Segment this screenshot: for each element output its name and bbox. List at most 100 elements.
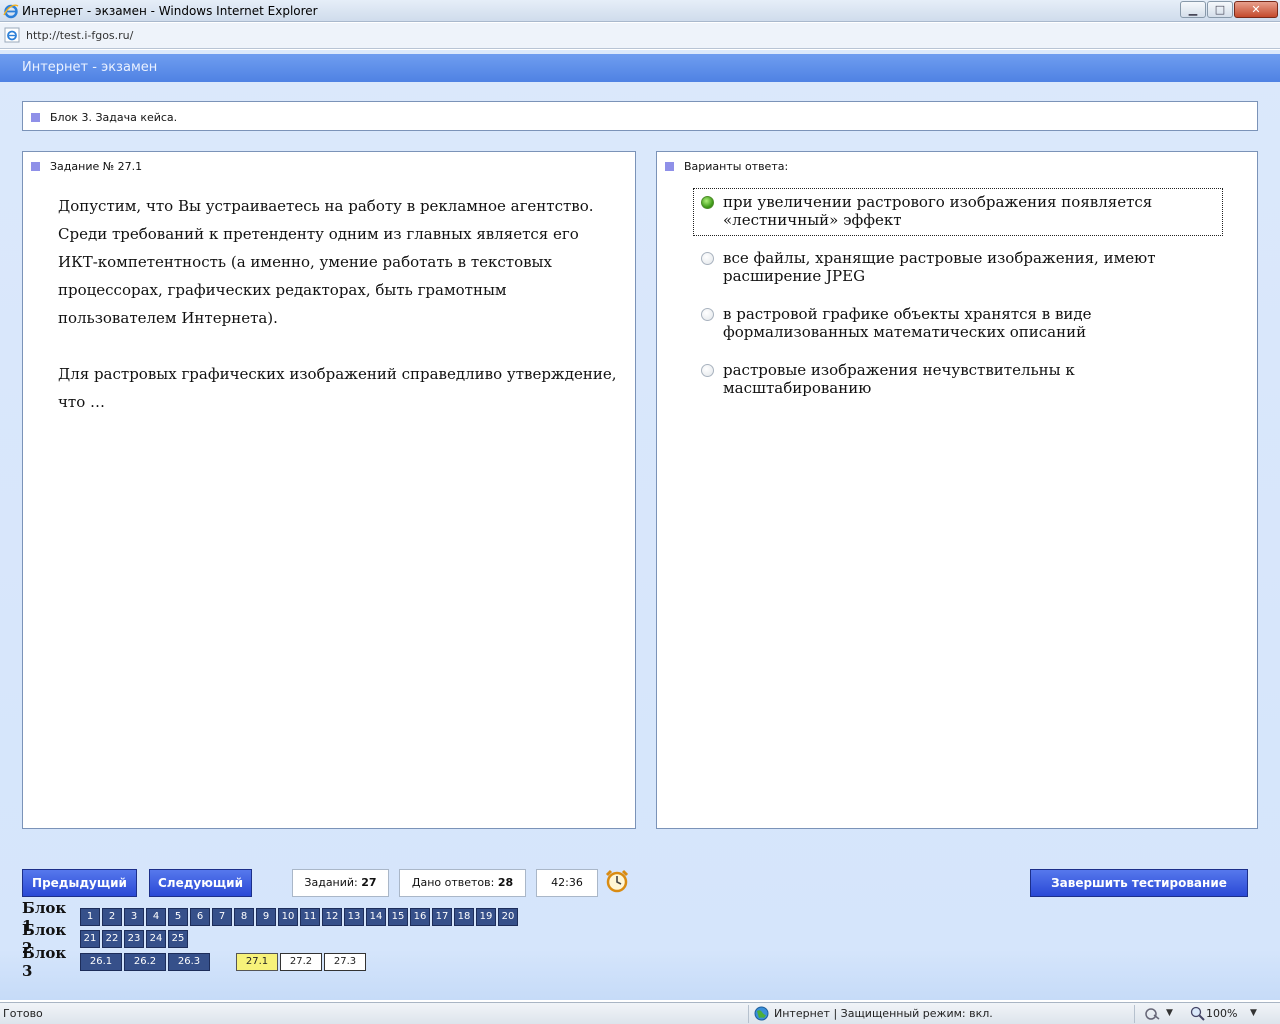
status-separator bbox=[748, 1005, 749, 1023]
nav-block-3: Блок 3 26.1 26.2 26.3 27.1 27.2 27.3 bbox=[22, 944, 368, 980]
answers-count-label: Дано ответов: bbox=[411, 876, 495, 889]
minimize-button[interactable]: ▁ bbox=[1180, 1, 1206, 18]
nav-gap bbox=[212, 953, 236, 971]
address-bar[interactable]: http://test.i-fgos.ru/ bbox=[0, 23, 1280, 49]
zoom-icon[interactable] bbox=[1190, 1006, 1205, 1021]
answer-option-1[interactable]: при увеличении растрового изображения по… bbox=[693, 188, 1223, 236]
task-text: Допустим, что Вы устраиваетесь на работу… bbox=[58, 192, 618, 416]
question-nav-cell[interactable]: 6 bbox=[190, 908, 210, 926]
zoom-level[interactable]: 100% bbox=[1206, 1007, 1237, 1020]
question-nav-cell[interactable]: 3 bbox=[124, 908, 144, 926]
question-nav-cell[interactable]: 16 bbox=[410, 908, 430, 926]
bullet-icon bbox=[31, 113, 40, 122]
question-nav-cell[interactable]: 26.3 bbox=[168, 953, 210, 971]
globe-icon bbox=[754, 1006, 769, 1021]
question-nav-cell[interactable]: 10 bbox=[278, 908, 298, 926]
status-bar: Готово Интернет | Защищенный режим: вкл.… bbox=[0, 1002, 1280, 1024]
block-title: Блок 3. Задача кейса. bbox=[31, 111, 177, 124]
answer-text: все файлы, хранящие растровые изображени… bbox=[723, 249, 1156, 285]
question-nav-cell[interactable]: 18 bbox=[454, 908, 474, 926]
task-paragraph-1: Допустим, что Вы устраиваетесь на работу… bbox=[58, 197, 594, 327]
app-title: Интернет - экзамен bbox=[22, 60, 158, 75]
block-3-label: Блок 3 bbox=[22, 944, 67, 980]
bullet-icon bbox=[665, 162, 674, 171]
tasks-count-value: 27 bbox=[361, 876, 377, 889]
block-2-cells: 21 22 23 24 25 bbox=[80, 930, 190, 948]
question-nav-cell[interactable]: 8 bbox=[234, 908, 254, 926]
answer-text: в растровой графике объекты хранятся в в… bbox=[723, 305, 1092, 341]
status-text: Готово bbox=[3, 1007, 43, 1020]
exam-app: Интернет - экзамен Блок 3. Задача кейса.… bbox=[0, 50, 1280, 1000]
timer: 42:36 bbox=[536, 869, 598, 897]
question-nav-cell[interactable]: 25 bbox=[168, 930, 188, 948]
bullet-icon bbox=[31, 162, 40, 171]
app-header: Интернет - экзамен bbox=[0, 54, 1280, 82]
question-nav-cell-unanswered[interactable]: 27.2 bbox=[280, 953, 322, 971]
window-controls: ▁ □ ✕ bbox=[1179, 1, 1278, 19]
question-nav-cell[interactable]: 15 bbox=[388, 908, 408, 926]
question-nav-cell[interactable]: 17 bbox=[432, 908, 452, 926]
radio-icon[interactable] bbox=[701, 364, 714, 377]
address-url[interactable]: http://test.i-fgos.ru/ bbox=[26, 29, 133, 42]
answers-panel: Варианты ответа: при увеличении растрово… bbox=[656, 151, 1258, 829]
question-nav-cell[interactable]: 20 bbox=[498, 908, 518, 926]
task-number: Задание № 27.1 bbox=[50, 160, 143, 173]
maximize-icon: □ bbox=[1214, 3, 1226, 16]
chevron-down-icon[interactable]: ▼ bbox=[1250, 1008, 1257, 1018]
question-nav-cell[interactable]: 5 bbox=[168, 908, 188, 926]
question-nav-cell[interactable]: 11 bbox=[300, 908, 320, 926]
chevron-down-icon[interactable]: ▼ bbox=[1166, 1008, 1173, 1018]
nav-block-1: Блок 1 1 2 3 4 5 6 7 8 9 10 11 12 13 14 15 16 17 18 19 20 bbox=[22, 899, 520, 935]
ie-logo-icon bbox=[3, 4, 19, 19]
status-separator bbox=[1134, 1005, 1135, 1023]
finish-test-button[interactable]: Завершить тестирование bbox=[1030, 869, 1248, 897]
security-zone[interactable]: Интернет | Защищенный режим: вкл. bbox=[774, 1007, 993, 1020]
question-nav-cell[interactable]: 9 bbox=[256, 908, 276, 926]
ie-page-icon bbox=[4, 27, 20, 43]
previous-button[interactable]: Предыдущий bbox=[22, 869, 137, 897]
question-nav-cell-unanswered[interactable]: 27.3 bbox=[324, 953, 366, 971]
block-label: Блок 3. Задача кейса. bbox=[50, 111, 178, 124]
question-nav-cell[interactable]: 24 bbox=[146, 930, 166, 948]
task-panel: Задание № 27.1 Допустим, что Вы устраива… bbox=[22, 151, 636, 829]
close-button[interactable]: ✕ bbox=[1234, 1, 1278, 18]
radio-icon[interactable] bbox=[701, 308, 714, 321]
answer-options: при увеличении растрового изображения по… bbox=[693, 188, 1223, 412]
radio-icon[interactable] bbox=[701, 252, 714, 265]
radio-selected-icon[interactable] bbox=[701, 196, 714, 209]
answer-option-2[interactable]: все файлы, хранящие растровые изображени… bbox=[693, 244, 1223, 292]
answers-title: Варианты ответа: bbox=[665, 160, 788, 173]
question-nav-cell[interactable]: 19 bbox=[476, 908, 496, 926]
question-nav-cell[interactable]: 7 bbox=[212, 908, 232, 926]
tasks-count: Заданий: 27 bbox=[292, 869, 389, 897]
question-nav-cell[interactable]: 4 bbox=[146, 908, 166, 926]
answers-label: Варианты ответа: bbox=[684, 160, 789, 173]
minimize-icon: ▁ bbox=[1188, 3, 1198, 16]
question-nav-cell[interactable]: 23 bbox=[124, 930, 144, 948]
window-title-bar: Интернет - экзамен - Windows Internet Ex… bbox=[0, 0, 1280, 22]
answers-count: Дано ответов: 28 bbox=[399, 869, 526, 897]
question-nav-cell[interactable]: 26.2 bbox=[124, 953, 166, 971]
question-nav-cell[interactable]: 1 bbox=[80, 908, 100, 926]
window-title: Интернет - экзамен - Windows Internet Ex… bbox=[22, 4, 318, 18]
question-nav-cell[interactable]: 2 bbox=[102, 908, 122, 926]
question-nav-cell[interactable]: 14 bbox=[366, 908, 386, 926]
question-nav-cell[interactable]: 21 bbox=[80, 930, 100, 948]
alarm-clock-icon bbox=[605, 869, 629, 893]
protected-mode-icon[interactable] bbox=[1144, 1006, 1160, 1022]
question-nav-cell[interactable]: 22 bbox=[102, 930, 122, 948]
answers-count-value: 28 bbox=[497, 876, 514, 889]
task-paragraph-2: Для растровых графических изображений сп… bbox=[58, 365, 617, 411]
question-nav-cell[interactable]: 26.1 bbox=[80, 953, 122, 971]
answer-text: растровые изображения нечувствительны к … bbox=[723, 361, 1075, 397]
block-panel: Блок 3. Задача кейса. bbox=[22, 101, 1258, 131]
answer-option-4[interactable]: растровые изображения нечувствительны к … bbox=[693, 356, 1223, 404]
question-nav-cell-current[interactable]: 27.1 bbox=[236, 953, 278, 971]
answer-text: при увеличении растрового изображения по… bbox=[723, 193, 1153, 229]
next-button[interactable]: Следующий bbox=[149, 869, 252, 897]
maximize-button[interactable]: □ bbox=[1207, 1, 1233, 18]
answer-option-3[interactable]: в растровой графике объекты хранятся в в… bbox=[693, 300, 1223, 348]
tasks-count-label: Заданий: bbox=[304, 876, 358, 889]
question-nav-cell[interactable]: 13 bbox=[344, 908, 364, 926]
question-nav-cell[interactable]: 12 bbox=[322, 908, 342, 926]
